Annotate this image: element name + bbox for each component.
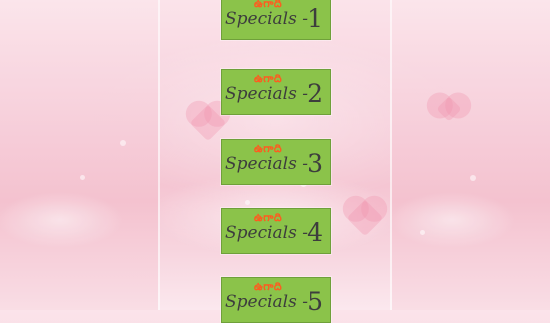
- heart-decoration: [346, 199, 384, 237]
- item-title: Specials -: [225, 292, 308, 312]
- item-number: 2: [307, 79, 323, 108]
- specials-button-4[interactable]: ఉగాది Specials - 4: [221, 208, 331, 254]
- panel-divider-left: [158, 0, 160, 310]
- background-right-panel: [392, 0, 550, 310]
- item-number: 4: [307, 218, 323, 247]
- bokeh-dot: [420, 230, 425, 235]
- bokeh-dot: [245, 200, 250, 205]
- item-title: Specials -: [225, 84, 308, 104]
- specials-button-2[interactable]: ఉగాది Specials - 2: [221, 69, 331, 115]
- item-number: 1: [307, 4, 323, 33]
- background-left-panel: [0, 0, 158, 310]
- item-title: Specials -: [225, 223, 308, 243]
- bokeh-dot: [120, 140, 126, 146]
- item-number: 3: [307, 149, 323, 178]
- heart-decoration: [436, 96, 462, 122]
- panel-divider-right: [390, 0, 392, 310]
- item-title: Specials -: [225, 9, 308, 29]
- item-title: Specials -: [225, 154, 308, 174]
- specials-button-5[interactable]: ఉగాది Specials - 5: [221, 277, 331, 323]
- specials-button-1[interactable]: ఉగాది Specials - 1: [221, 0, 331, 40]
- bokeh-dot: [470, 175, 476, 181]
- specials-button-3[interactable]: ఉగాది Specials - 3: [221, 139, 331, 185]
- item-number: 5: [307, 287, 323, 316]
- bokeh-dot: [80, 175, 85, 180]
